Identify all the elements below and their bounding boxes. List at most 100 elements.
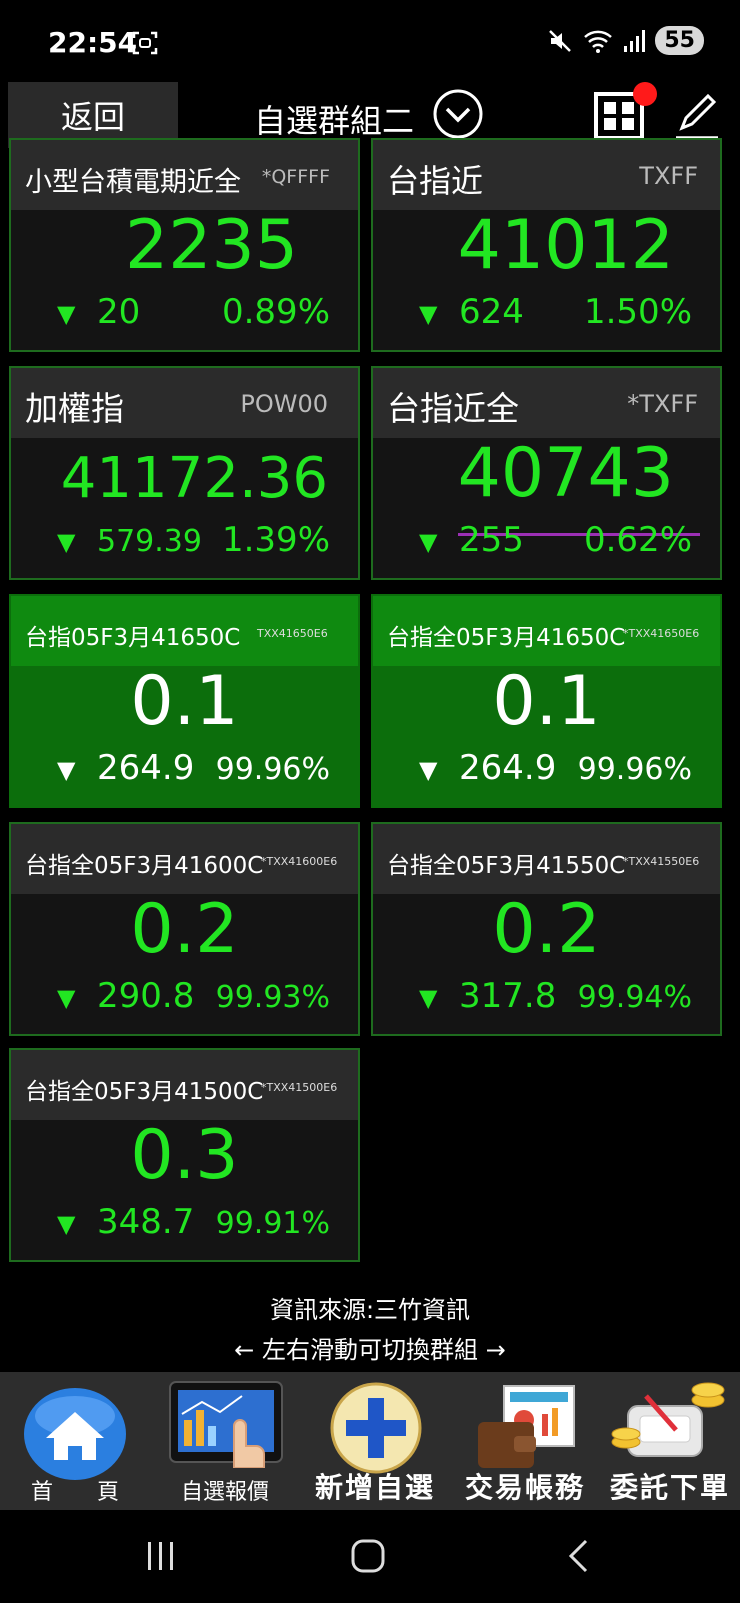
tile-change: 255 [459,520,524,560]
down-arrow-icon: ▼ [57,1210,76,1238]
down-arrow-icon: ▼ [57,756,76,784]
tile-header: 台指全05F3月41650C *TXX41650E6 [373,596,720,666]
tile-percent: 99.96% [215,752,330,787]
system-nav-bar [0,1510,740,1603]
chevron-down-icon[interactable] [432,88,484,140]
tile-price: 41012 [457,206,674,285]
nav-trade-account-label: 交易帳務 [464,1471,585,1504]
nav-trade-account[interactable]: 交易帳務 [450,1372,600,1510]
tile-price: 40743 [457,434,674,513]
tile-change: 264.9 [97,748,195,788]
tile-code: *TXX41550E6 [623,855,700,868]
tile-price: 2235 [124,206,298,285]
down-arrow-icon: ▼ [419,528,438,556]
tile-price: 0.2 [492,890,601,969]
tile-percent: 99.91% [215,1206,330,1241]
nav-watchlist-label: 自選報價 [180,1480,269,1505]
add-icon [330,1382,422,1474]
nav-place-order[interactable]: 委託下單 [600,1372,740,1510]
quote-tile[interactable]: 台指全05F3月41600C *TXX41600E6 0.2 ▼ 290.8 9… [9,822,360,1036]
quote-tile[interactable]: 小型台積電期近全 *QFFFF 2235 ▼ 20 0.89% [9,138,360,352]
screenshot-icon [132,31,158,55]
clock: 22:54 [48,26,138,59]
status-bar: 22:54 55 [0,0,740,82]
tile-price: 0.1 [492,662,601,741]
tile-percent: 1.50% [583,292,692,332]
tile-header: 台指近全 *TXFF [373,368,720,438]
mute-icon [549,29,572,52]
tile-name: 台指近 [387,162,484,200]
tile-change: 348.7 [97,1202,195,1242]
battery-indicator: 55 [655,26,704,55]
tile-percent: 0.62% [583,520,692,560]
tile-percent: 0.89% [221,292,330,332]
tile-code: TXX41650E6 [257,627,328,640]
home-icon [24,1388,126,1480]
nav-home[interactable]: 首 頁 [0,1372,150,1510]
tile-header: 加權指 POW00 [11,368,358,438]
tile-header: 台指05F3月41650C TXX41650E6 [11,596,358,666]
group-title[interactable]: 自選群組二 [254,96,414,142]
quote-tile[interactable]: 台指全05F3月41550C *TXX41550E6 0.2 ▼ 317.8 9… [371,822,722,1036]
tile-header: 小型台積電期近全 *QFFFF [11,140,358,210]
quote-tile[interactable]: 台指全05F3月41650C *TXX41650E6 0.1 ▼ 264.9 9… [371,594,722,808]
tile-name: 小型台積電期近全 [25,167,241,198]
back-icon[interactable] [566,1538,590,1574]
bottom-nav: 首 頁 自選報價 新增自選 交易帳務 委託下單 [0,1372,740,1510]
tile-change: 264.9 [459,748,557,788]
tile-percent: 1.39% [221,520,330,560]
signal-icon [624,29,646,52]
nav-home-label: 首 頁 [30,1480,119,1505]
tile-change: 290.8 [97,976,195,1016]
tile-percent: 99.96% [577,752,692,787]
coins-order-icon [611,1382,725,1457]
tile-code: POW00 [240,390,328,418]
tile-percent: 99.93% [215,980,330,1015]
tile-code: *QFFFF [261,166,330,188]
wallet-icon [478,1385,575,1468]
tile-name: 加權指 [25,389,124,428]
quote-tablet-icon [169,1381,283,1468]
notification-badge [633,82,657,106]
tile-name: 台指全05F3月41550C [387,853,626,879]
edit-icon[interactable] [672,90,722,142]
tile-code: TXFF [639,162,698,190]
down-arrow-icon: ▼ [419,300,438,328]
quote-tile[interactable]: 台指05F3月41650C TXX41650E6 0.1 ▼ 264.9 99.… [9,594,360,808]
tile-name: 台指全05F3月41500C [25,1079,264,1105]
tile-header: 台指全05F3月41550C *TXX41550E6 [373,824,720,894]
tile-price: 0.1 [130,662,239,741]
down-arrow-icon: ▼ [57,528,76,556]
down-arrow-icon: ▼ [419,984,438,1012]
quote-tile[interactable]: 加權指 POW00 41172.36 ▼ 579.39 1.39% [9,366,360,580]
tile-name: 台指全05F3月41650C [387,625,626,651]
tile-price: 0.2 [130,890,239,969]
nav-place-order-label: 委託下單 [609,1471,730,1504]
quote-tile[interactable]: 台指全05F3月41500C *TXX41500E6 0.3 ▼ 348.7 9… [9,1048,360,1262]
down-arrow-icon: ▼ [57,984,76,1012]
tile-name: 台指近全 [387,389,519,428]
down-arrow-icon: ▼ [419,756,438,784]
tile-change: 624 [459,292,524,332]
quote-tile[interactable]: 台指近 TXFF 41012 ▼ 624 1.50% [371,138,722,352]
tile-header: 台指全05F3月41600C *TXX41600E6 [11,824,358,894]
tile-price: 0.3 [130,1116,239,1195]
quote-tile[interactable]: 台指近全 *TXFF 40743 ▼ 255 0.62% [371,366,722,580]
nav-watchlist[interactable]: 自選報價 [150,1372,300,1510]
tile-header: 台指近 TXFF [373,140,720,210]
nav-add-watchlist[interactable]: 新增自選 [300,1372,450,1510]
down-arrow-icon: ▼ [57,300,76,328]
recents-icon[interactable] [146,1540,176,1572]
home-button-icon[interactable] [350,1538,386,1574]
swipe-hint-text: ← 左右滑動可切換群組 → [234,1336,506,1364]
nav-add-watchlist-label: 新增自選 [314,1471,435,1504]
tile-code: *TXX41650E6 [623,627,700,640]
tile-name: 台指全05F3月41600C [25,853,264,879]
tile-code: *TXX41500E6 [261,1081,338,1094]
wifi-icon [584,30,613,53]
tile-header: 台指全05F3月41500C *TXX41500E6 [11,1050,358,1120]
tile-change: 579.39 [97,524,202,559]
tile-code: *TXX41600E6 [261,855,338,868]
tile-name: 台指05F3月41650C [25,625,241,651]
data-source-text: 資訊來源:三竹資訊 [269,1296,471,1324]
